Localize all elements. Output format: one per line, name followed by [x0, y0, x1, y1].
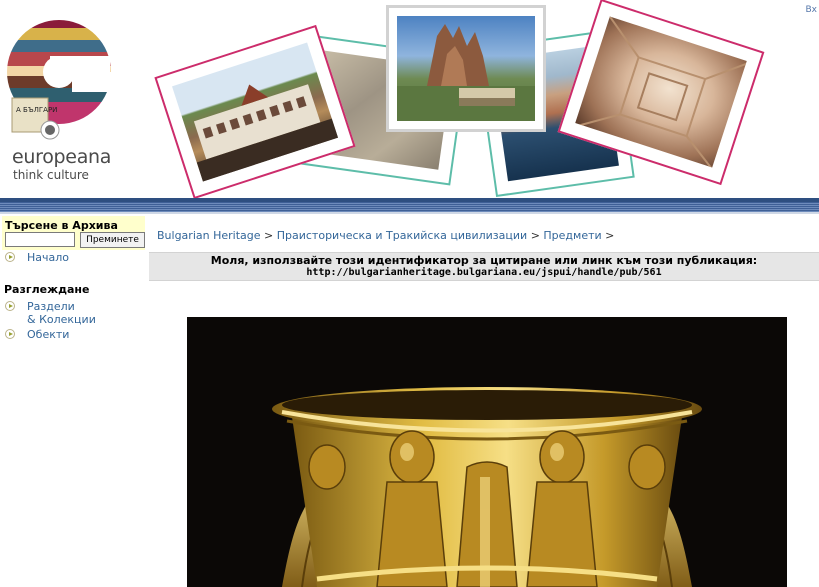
breadcrumb-link[interactable]: Bulgarian Heritage — [157, 229, 261, 242]
tomb-chamber-icon — [575, 16, 747, 168]
logo-badge-text: А БЪЛГАРИ — [16, 106, 57, 114]
search-button[interactable]: Преминете — [80, 232, 145, 248]
breadcrumb: Bulgarian Heritage > Праисторическа и Тр… — [157, 229, 614, 242]
site-header: А БЪЛГАРИ europeana think culture Вх — [0, 0, 819, 198]
breadcrumb-separator: > — [530, 229, 540, 242]
sidebar-item-label: Раздели & Колекции — [27, 300, 96, 326]
europeana-e-logo-icon: А БЪЛГАРИ — [7, 20, 116, 140]
header-divider-bottom — [0, 212, 819, 214]
belogradchik-fortress-photo — [386, 5, 546, 132]
arrow-bullet-icon — [5, 252, 15, 262]
sidebar-item-label: Начало — [27, 251, 70, 264]
arrow-bullet-icon — [5, 329, 15, 339]
citation-message: Моля, използвайте този идентификатор за … — [210, 254, 758, 267]
breadcrumb-separator: > — [605, 229, 615, 242]
login-link[interactable]: Вх — [805, 5, 817, 15]
europeana-logo[interactable]: А БЪЛГАРИ europeana think culture — [6, 14, 116, 184]
arrow-bullet-icon — [5, 301, 15, 311]
citation-url[interactable]: http://bulgarianheritage.bulgariana.eu/j… — [149, 267, 819, 278]
search-title: Търсене в Архива — [5, 219, 118, 232]
breadcrumb-link[interactable]: Праисторическа и Тракийска цивилизации — [277, 229, 527, 242]
breadcrumb-link[interactable]: Предмети — [543, 229, 601, 242]
search-panel: Търсене в Архива Преминете — [2, 216, 145, 250]
logo-tagline: think culture — [13, 168, 89, 182]
citation-box: Моля, използвайте този идентификатор за … — [149, 252, 819, 281]
fortress-rocks-icon — [397, 24, 535, 121]
header-divider-band — [0, 202, 819, 212]
object-image[interactable] — [187, 317, 787, 587]
golden-vessel-icon — [272, 387, 702, 587]
browse-title: Разглеждане — [4, 283, 90, 296]
sidebar-item-label: Обекти — [27, 328, 70, 341]
logo-wordmark: europeana — [12, 146, 112, 168]
search-input[interactable] — [5, 232, 75, 247]
breadcrumb-separator: > — [264, 229, 274, 242]
